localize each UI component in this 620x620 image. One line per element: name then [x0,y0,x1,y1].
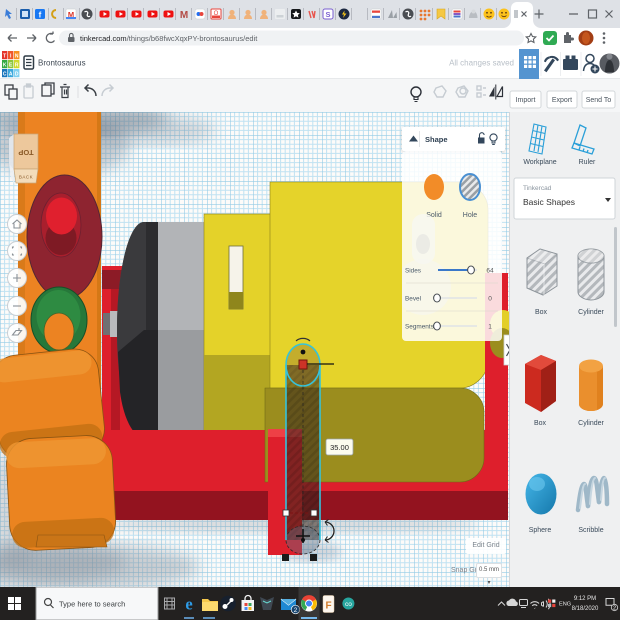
svg-text:S: S [325,10,330,19]
svg-text:Shape: Shape [425,135,448,144]
svg-text:Scribble: Scribble [578,527,603,534]
svg-text:Bevel: Bevel [405,296,421,303]
svg-text:35.00: 35.00 [330,443,349,452]
svg-text:K: K [3,63,7,69]
svg-text:F: F [325,601,331,612]
svg-text:T: T [3,54,6,60]
svg-text:Cylinder: Cylinder [578,309,604,316]
svg-text:Send To: Send To [586,97,612,104]
svg-text:Tinkercad: Tinkercad [523,185,552,192]
svg-text:Sides: Sides [405,268,421,275]
svg-text:f: f [39,11,42,20]
svg-text:Export: Export [552,97,572,104]
svg-text:Box: Box [535,309,548,316]
svg-text:64: 64 [486,268,494,275]
svg-text:Sphere: Sphere [529,527,552,534]
svg-text:8/18/2020: 8/18/2020 [572,606,599,612]
svg-text:Cylinder: Cylinder [578,420,604,427]
svg-text:1: 1 [488,324,492,331]
svg-text:Basic Shapes: Basic Shapes [523,197,575,207]
svg-text:2: 2 [613,606,616,612]
svg-text:Type here to search: Type here to search [59,600,125,609]
svg-text:N: N [15,54,19,60]
svg-text:Workplane: Workplane [523,159,556,166]
svg-text:A: A [9,72,13,78]
svg-text:2: 2 [294,607,298,614]
svg-text:R: R [15,63,19,69]
svg-text:e: e [185,595,192,614]
svg-text:Box: Box [534,420,547,427]
svg-text:D: D [15,72,19,78]
svg-text:tinkercad.com/things/b68fwcXqx: tinkercad.com/things/b68fwcXqxPY-brontos… [80,34,258,43]
svg-text:C: C [3,72,7,78]
svg-text:All changes saved: All changes saved [449,59,514,68]
svg-text:Ruler: Ruler [579,159,596,166]
svg-text:co: co [345,601,352,608]
svg-text:Brontosaurus: Brontosaurus [38,59,86,68]
svg-text:Import: Import [516,97,536,104]
svg-text:TOP: TOP [18,148,33,157]
svg-text:Segments: Segments [405,324,434,331]
svg-text:0: 0 [488,296,492,303]
svg-text:O: O [214,11,219,17]
svg-text:M: M [180,10,188,21]
svg-text:ENG: ENG [559,602,571,608]
svg-text:Hole: Hole [463,212,478,219]
svg-text:BACK: BACK [19,175,33,180]
svg-text:9:12 PM: 9:12 PM [574,596,596,602]
